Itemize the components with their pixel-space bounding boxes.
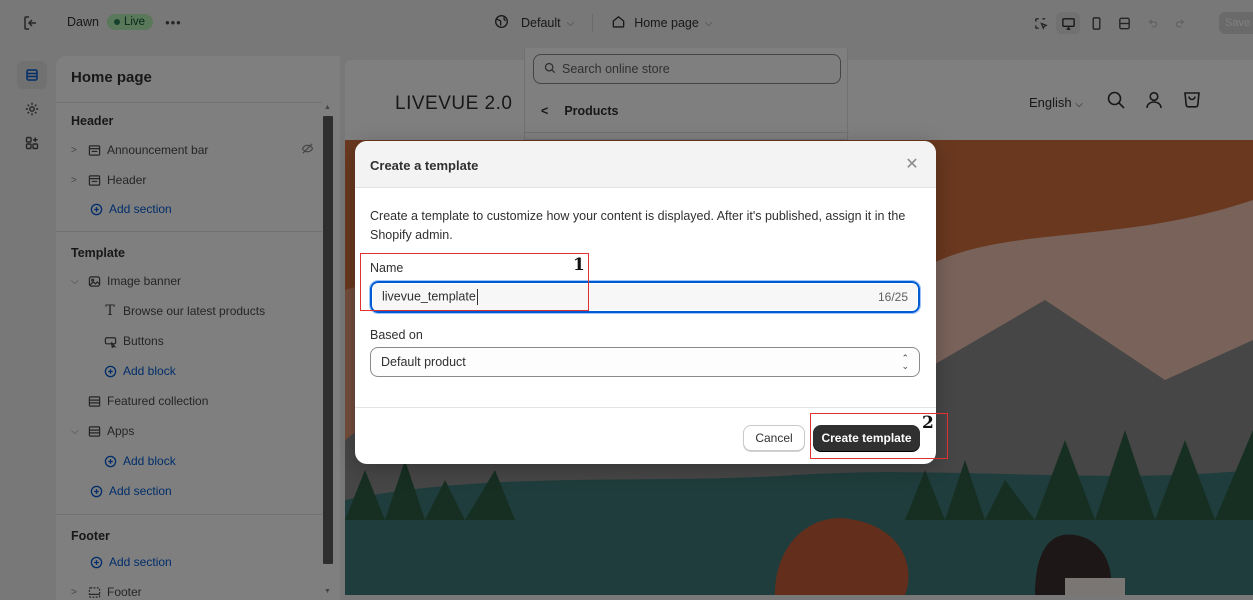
dialog-title: Create a template [370, 158, 479, 173]
select-arrows-icon: ⌃ ⌄ [901, 353, 909, 371]
divider [355, 407, 936, 408]
based-on-label: Based on [370, 328, 423, 342]
character-count: 16/25 [877, 290, 908, 304]
close-icon[interactable]: ✕ [903, 155, 921, 173]
annotation-box-1 [360, 253, 589, 311]
cancel-button[interactable]: Cancel [743, 425, 805, 451]
annotation-number-1: 1 [573, 255, 585, 275]
dialog-header: Create a template ✕ [355, 141, 936, 188]
dialog-description: Create a template to customize how your … [370, 209, 906, 242]
annotation-number-2: 2 [922, 413, 934, 433]
based-on-select[interactable]: Default product ⌃ ⌄ [370, 347, 920, 377]
